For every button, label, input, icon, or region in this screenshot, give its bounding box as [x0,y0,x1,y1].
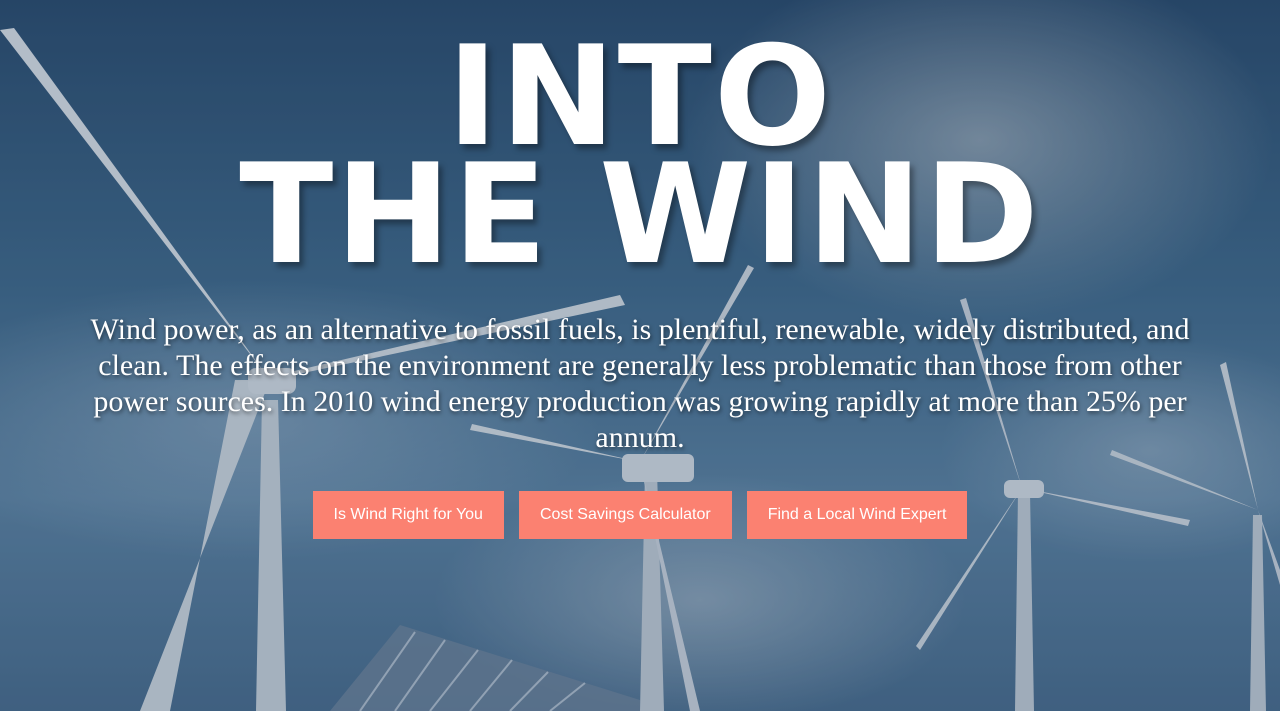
hero-title-line-2: THE WIND [239,134,1041,295]
hero-action-buttons: Is Wind Right for You Cost Savings Calcu… [0,491,1280,539]
hero-section: INTO THE WIND Wind power, as an alternat… [0,0,1280,711]
find-local-wind-expert-button[interactable]: Find a Local Wind Expert [746,491,968,539]
is-wind-right-for-you-button[interactable]: Is Wind Right for You [312,491,504,539]
hero-description: Wind power, as an alternative to fossil … [90,313,1190,454]
hero-title: INTO THE WIND [0,28,1280,295]
cost-savings-calculator-button[interactable]: Cost Savings Calculator [518,491,732,539]
